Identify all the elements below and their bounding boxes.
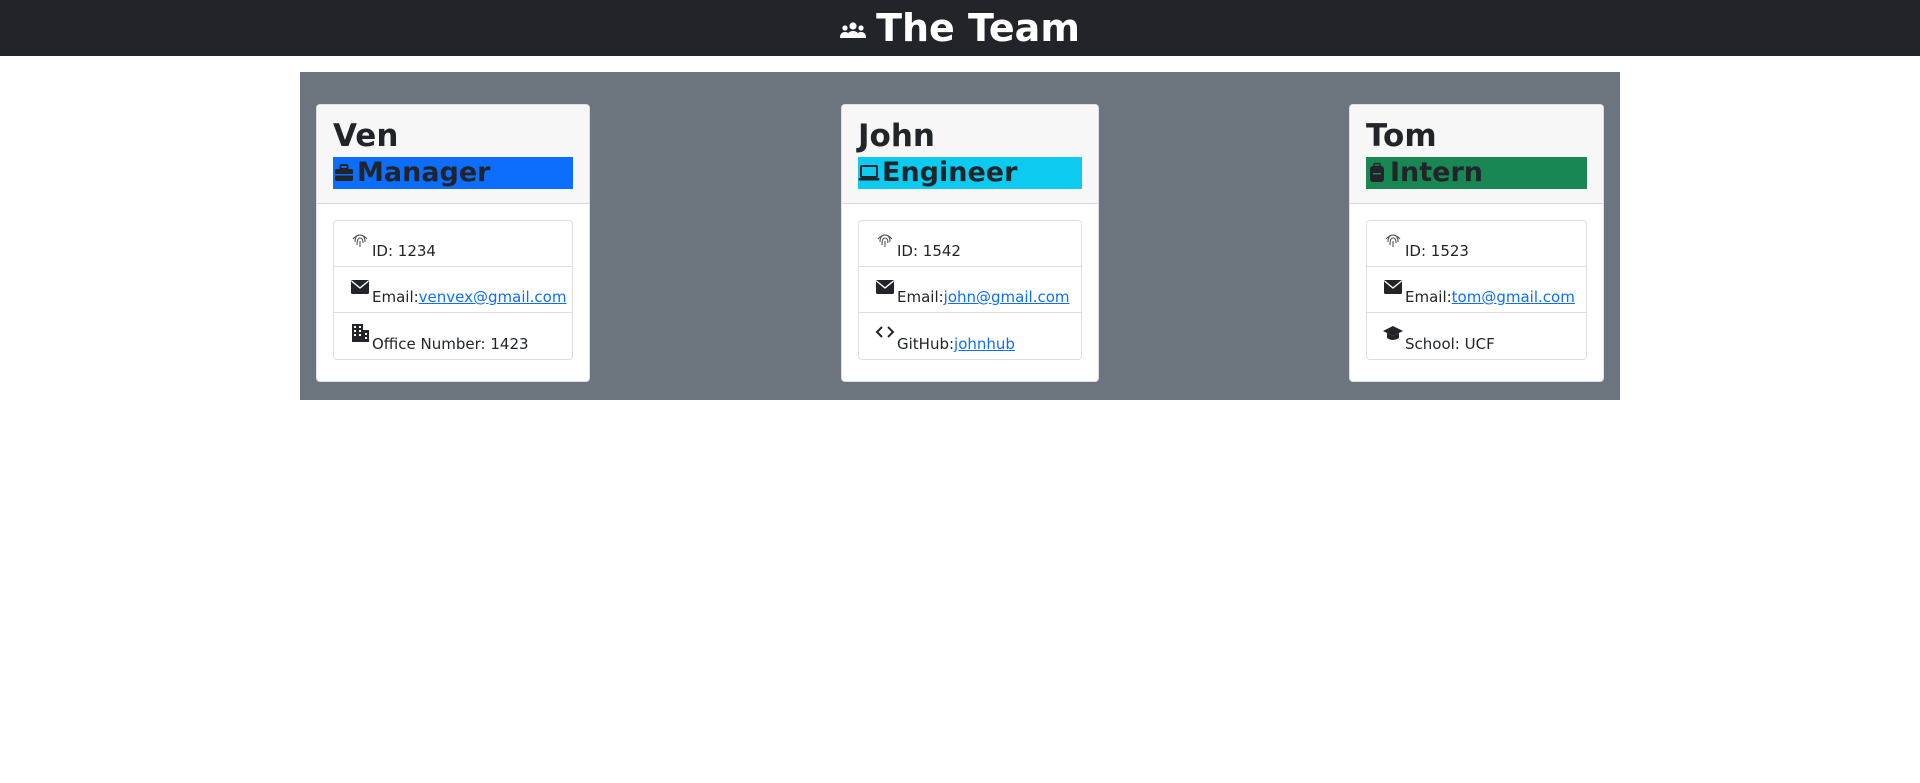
github-item: GitHub: johnhub (859, 313, 1081, 359)
id-item: ID: 1542 (859, 221, 1081, 267)
envelope-icon (876, 280, 894, 294)
email-label: Email: (372, 288, 419, 306)
email-label: Email: (897, 288, 944, 306)
office-item: Office Number: 1423 (334, 313, 572, 359)
card-header: Tom Intern (1350, 105, 1603, 204)
laptop-icon (858, 165, 880, 181)
id-text: ID: 1523 (1405, 242, 1469, 260)
fingerprint-icon (1385, 234, 1401, 247)
envelope-icon (351, 280, 369, 294)
github-link[interactable]: johnhub (954, 335, 1015, 353)
role-badge: Engineer (858, 157, 1082, 189)
graduation-cap-icon (1383, 326, 1403, 340)
email-item: Email: venvex@gmail.com (334, 267, 572, 313)
id-text: ID: 1542 (897, 242, 961, 260)
email-item: Email: tom@gmail.com (1367, 267, 1586, 313)
envelope-icon (1384, 280, 1402, 294)
card-body: ID: 1542 Email: john@gmail.com GitHub: j… (842, 204, 1098, 376)
id-item: ID: 1523 (1367, 221, 1586, 267)
email-link[interactable]: tom@gmail.com (1452, 288, 1575, 306)
email-link[interactable]: john@gmail.com (944, 288, 1070, 306)
intern-card: Tom Intern ID: 1523 Email: tom@gmail.com… (1349, 104, 1604, 382)
info-list: ID: 1234 Email: venvex@gmail.com Office … (333, 220, 573, 360)
top-bar: The Team (0, 0, 1920, 56)
email-item: Email: john@gmail.com (859, 267, 1081, 313)
role-badge: Manager (333, 157, 573, 189)
email-label: Email: (1405, 288, 1452, 306)
backpack-icon (1370, 162, 1384, 182)
school-item: School: UCF (1367, 313, 1586, 359)
card-header: Ven Manager (317, 105, 589, 204)
id-text: ID: 1234 (372, 242, 436, 260)
engineer-card: John Engineer ID: 1542 Email: john@gmail… (841, 104, 1099, 382)
code-icon (875, 326, 895, 338)
github-label: GitHub: (897, 335, 955, 353)
info-list: ID: 1523 Email: tom@gmail.com School: UC… (1366, 220, 1587, 360)
fingerprint-icon (352, 234, 368, 247)
role-badge: Intern (1366, 157, 1587, 189)
role-label: Intern (1390, 157, 1484, 188)
page-title: The Team (876, 6, 1080, 50)
card-header: John Engineer (842, 105, 1098, 204)
employee-name: John (858, 118, 935, 154)
school-text: School: UCF (1405, 335, 1495, 353)
building-icon (352, 324, 369, 342)
role-label: Manager (357, 157, 491, 188)
role-label: Engineer (882, 157, 1018, 188)
info-list: ID: 1542 Email: john@gmail.com GitHub: j… (858, 220, 1082, 360)
team-panel: Ven Manager ID: 1234 Email: venvex@gmail… (300, 72, 1620, 400)
fingerprint-icon (877, 234, 893, 247)
employee-name: Tom (1366, 118, 1437, 154)
email-link[interactable]: venvex@gmail.com (419, 288, 567, 306)
id-item: ID: 1234 (334, 221, 572, 267)
card-body: ID: 1523 Email: tom@gmail.com School: UC… (1350, 204, 1603, 376)
briefcase-icon (335, 164, 353, 181)
card-body: ID: 1234 Email: venvex@gmail.com Office … (317, 204, 589, 376)
people-group-icon (840, 22, 867, 38)
office-text: Office Number: 1423 (372, 335, 529, 353)
employee-name: Ven (333, 118, 399, 154)
manager-card: Ven Manager ID: 1234 Email: venvex@gmail… (316, 104, 590, 382)
